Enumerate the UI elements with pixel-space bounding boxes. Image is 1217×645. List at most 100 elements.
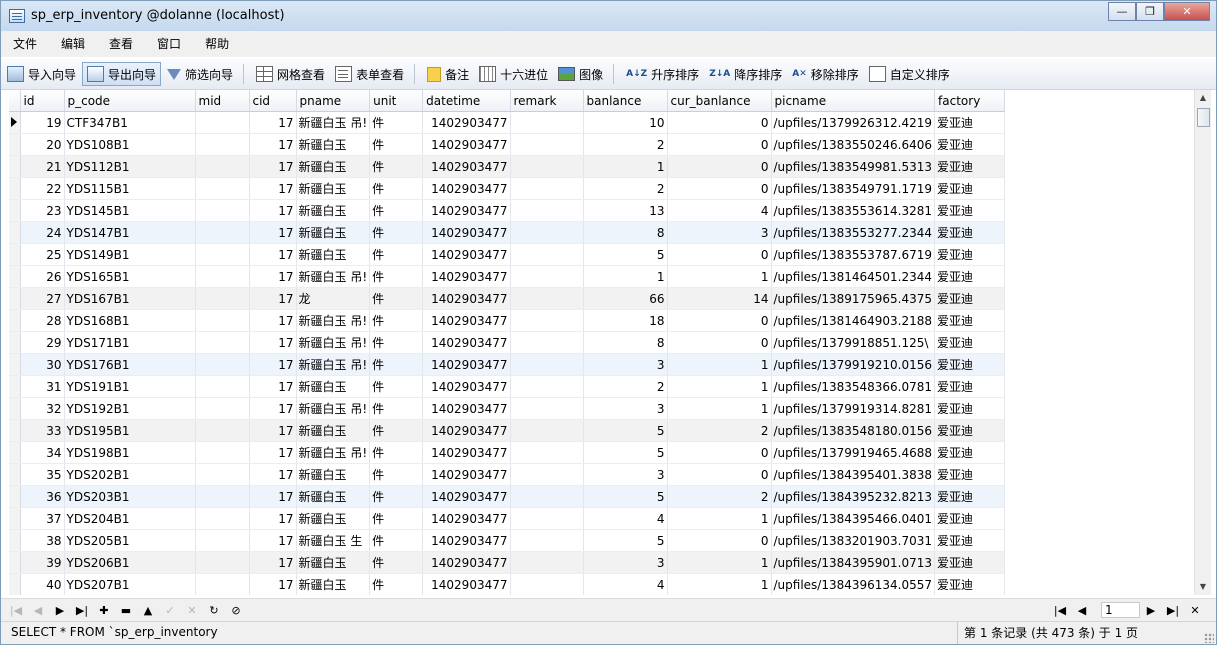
cell-datetime[interactable]: 1402903477 bbox=[422, 485, 511, 508]
table-row[interactable]: 24 YDS147B1 17 新疆白玉件 1402903477 8 3/upfiles/13… bbox=[9, 221, 1006, 244]
cell-mid[interactable] bbox=[195, 331, 250, 354]
cell-datetime[interactable]: 1402903477 bbox=[422, 529, 511, 552]
cell-banlance[interactable]: 3 bbox=[583, 463, 668, 486]
cell-p-code[interactable]: YDS171B1 bbox=[64, 331, 196, 354]
cell-picname[interactable]: /upfiles/1383549981.5313 bbox=[771, 155, 936, 178]
cell-picname[interactable]: /upfiles/1384396134.0557 bbox=[771, 573, 936, 595]
cell-p-code[interactable]: YDS108B1 bbox=[64, 133, 196, 156]
cell-mid[interactable] bbox=[195, 221, 250, 244]
page-settings-icon[interactable]: ✕ bbox=[1188, 602, 1202, 618]
cell-factory[interactable]: 爱亚迪 bbox=[934, 419, 1006, 442]
cell-banlance[interactable]: 5 bbox=[583, 419, 668, 442]
cell-pname[interactable]: 新疆白玉 吊! bbox=[296, 353, 371, 376]
cell-picname[interactable]: /upfiles/1389175965.4375 bbox=[771, 287, 936, 310]
cell-cur-banlance[interactable]: 0 bbox=[667, 243, 772, 266]
cell-datetime[interactable]: 1402903477 bbox=[422, 243, 511, 266]
cell-id[interactable]: 40 bbox=[20, 573, 65, 595]
column-header-cid[interactable]: cid bbox=[249, 90, 297, 112]
table-row[interactable]: 38 YDS205B1 17 新疆白玉 生件 1402903477 5 0/upfiles/… bbox=[9, 529, 1006, 552]
cell-id[interactable]: 24 bbox=[20, 221, 65, 244]
cell-banlance[interactable]: 5 bbox=[583, 485, 668, 508]
row-indicator[interactable] bbox=[9, 573, 21, 595]
cell-id[interactable]: 19 bbox=[20, 111, 65, 134]
cell-mid[interactable] bbox=[195, 485, 250, 508]
cell-unit[interactable]: 件 bbox=[369, 111, 424, 134]
cell-datetime[interactable]: 1402903477 bbox=[422, 463, 511, 486]
cell-pname[interactable]: 新疆白玉 吊! bbox=[296, 397, 371, 420]
cell-cur-banlance[interactable]: 1 bbox=[667, 573, 772, 595]
cell-banlance[interactable]: 2 bbox=[583, 177, 668, 200]
cell-p-code[interactable]: CTF347B1 bbox=[64, 111, 196, 134]
cell-unit[interactable]: 件 bbox=[369, 331, 424, 354]
cell-factory[interactable]: 爱亚迪 bbox=[934, 573, 1006, 595]
cell-datetime[interactable]: 1402903477 bbox=[422, 507, 511, 530]
cell-picname[interactable]: /upfiles/1379926312.4219 bbox=[771, 111, 936, 134]
cell-cur-banlance[interactable]: 14 bbox=[667, 287, 772, 310]
cell-cur-banlance[interactable]: 0 bbox=[667, 441, 772, 464]
table-row[interactable]: 22 YDS115B1 17 新疆白玉件 1402903477 2 0/upfiles/13… bbox=[9, 177, 1006, 200]
cell-mid[interactable] bbox=[195, 199, 250, 222]
row-indicator[interactable] bbox=[9, 441, 21, 464]
cell-p-code[interactable]: YDS207B1 bbox=[64, 573, 196, 595]
cell-factory[interactable]: 爱亚迪 bbox=[934, 199, 1006, 222]
cell-factory[interactable]: 爱亚迪 bbox=[934, 353, 1006, 376]
next-record-icon[interactable]: ▶ bbox=[53, 602, 67, 618]
cell-remark[interactable] bbox=[510, 551, 584, 574]
cell-factory[interactable]: 爱亚迪 bbox=[934, 441, 1006, 464]
resize-grip-icon[interactable] bbox=[1204, 633, 1214, 643]
cell-datetime[interactable]: 1402903477 bbox=[422, 353, 511, 376]
cell-picname[interactable]: /upfiles/1384395901.0713 bbox=[771, 551, 936, 574]
column-header-factory[interactable]: factory bbox=[934, 90, 1006, 112]
cell-p-code[interactable]: YDS112B1 bbox=[64, 155, 196, 178]
cell-mid[interactable] bbox=[195, 507, 250, 530]
cell-pname[interactable]: 新疆白玉 bbox=[296, 155, 371, 178]
cell-picname[interactable]: /upfiles/1383553277.2344 bbox=[771, 221, 936, 244]
row-indicator[interactable] bbox=[9, 375, 21, 398]
cell-p-code[interactable]: YDS206B1 bbox=[64, 551, 196, 574]
cell-unit[interactable]: 件 bbox=[369, 155, 424, 178]
data-grid[interactable]: id p_code mid cid pname unit datetime remark ban… bbox=[9, 90, 1194, 595]
cell-cid[interactable]: 17 bbox=[249, 243, 297, 266]
cell-cid[interactable]: 17 bbox=[249, 287, 297, 310]
column-header-p-code[interactable]: p_code bbox=[64, 90, 196, 112]
column-header-cur-banlance[interactable]: cur_banlance bbox=[667, 90, 772, 112]
cell-cur-banlance[interactable]: 1 bbox=[667, 375, 772, 398]
cell-pname[interactable]: 新疆白玉 吊! bbox=[296, 309, 371, 332]
cell-unit[interactable]: 件 bbox=[369, 309, 424, 332]
cell-id[interactable]: 33 bbox=[20, 419, 65, 442]
cell-cur-banlance[interactable]: 0 bbox=[667, 529, 772, 552]
table-row[interactable]: 23 YDS145B1 17 新疆白玉件 1402903477 13 4/upfiles/1… bbox=[9, 199, 1006, 222]
custom-sort-button[interactable]: 自定义排序 bbox=[865, 63, 954, 85]
cell-factory[interactable]: 爱亚迪 bbox=[934, 243, 1006, 266]
minimize-button[interactable]: — bbox=[1108, 2, 1136, 21]
row-indicator[interactable] bbox=[9, 507, 21, 530]
cell-unit[interactable]: 件 bbox=[369, 419, 424, 442]
cell-datetime[interactable]: 1402903477 bbox=[422, 441, 511, 464]
cell-id[interactable]: 30 bbox=[20, 353, 65, 376]
cell-banlance[interactable]: 66 bbox=[583, 287, 668, 310]
cell-picname[interactable]: /upfiles/1384395232.8213 bbox=[771, 485, 936, 508]
row-indicator[interactable] bbox=[9, 265, 21, 288]
cell-p-code[interactable]: YDS149B1 bbox=[64, 243, 196, 266]
table-row[interactable]: 25 YDS149B1 17 新疆白玉件 1402903477 5 0/upfiles/13… bbox=[9, 243, 1006, 266]
menu-edit[interactable]: 编辑 bbox=[49, 33, 97, 55]
cell-datetime[interactable]: 1402903477 bbox=[422, 199, 511, 222]
cell-p-code[interactable]: YDS147B1 bbox=[64, 221, 196, 244]
cell-banlance[interactable]: 3 bbox=[583, 397, 668, 420]
cell-remark[interactable] bbox=[510, 507, 584, 530]
column-header-unit[interactable]: unit bbox=[369, 90, 424, 112]
cell-picname[interactable]: /upfiles/1383553614.3281 bbox=[771, 199, 936, 222]
row-indicator[interactable] bbox=[9, 111, 21, 134]
cell-datetime[interactable]: 1402903477 bbox=[422, 309, 511, 332]
cell-pname[interactable]: 新疆白玉 bbox=[296, 419, 371, 442]
form-view-button[interactable]: 表单查看 bbox=[331, 63, 408, 85]
cell-banlance[interactable]: 10 bbox=[583, 111, 668, 134]
column-header-id[interactable]: id bbox=[20, 90, 65, 112]
cell-factory[interactable]: 爱亚迪 bbox=[934, 463, 1006, 486]
scroll-up-icon[interactable]: ▲ bbox=[1195, 90, 1211, 106]
filter-wizard-button[interactable]: 筛选向导 bbox=[163, 63, 237, 85]
cell-factory[interactable]: 爱亚迪 bbox=[934, 155, 1006, 178]
table-row[interactable]: 30 YDS176B1 17 新疆白玉 吊! 件 1402903477 3 1/upfiles… bbox=[9, 353, 1006, 376]
cell-factory[interactable]: 爱亚迪 bbox=[934, 485, 1006, 508]
cell-banlance[interactable]: 5 bbox=[583, 441, 668, 464]
